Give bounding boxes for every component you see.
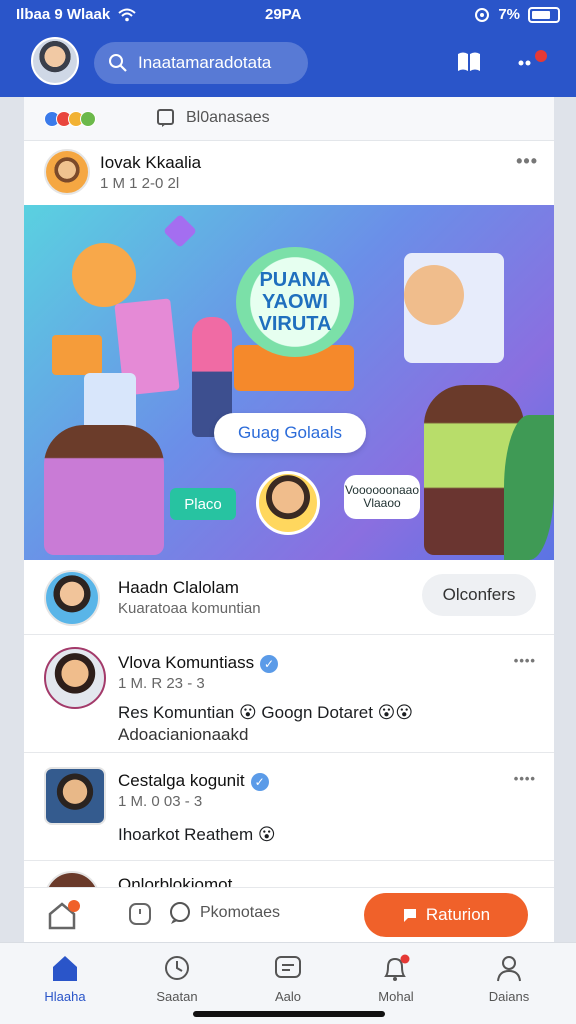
laptop-boy-illustration [44, 425, 164, 555]
lightbulb-icon [72, 243, 136, 307]
reaction-label: Bl0anasaes [186, 109, 270, 126]
tab-messages-label: Aalo [274, 989, 302, 1004]
tab-status[interactable]: Saatan [132, 953, 222, 1004]
more-notifications-icon[interactable] [517, 50, 551, 79]
comment-text-part-2: Googn Dotaret [261, 703, 373, 722]
banner-goals-pill[interactable]: Guag Golaals [214, 413, 366, 453]
banner-title-badge: PUANA YAOWI VIRUTA [236, 247, 354, 357]
banner-title-line-1: PUANA [259, 269, 331, 291]
tab-profile-label: Daians [488, 989, 530, 1004]
boy-head [404, 265, 464, 325]
comment-row: Cestalga kogunit ✓ 1 M. 0 03 - 3 •••• Iho… [24, 753, 554, 861]
post-author-avatar[interactable] [44, 149, 90, 195]
post-options-icon[interactable]: ••• [516, 151, 538, 172]
comment-text-line: Res Komuntian 😮 Googn Dotaret 😮😮 [118, 703, 414, 722]
search-placeholder: Inaatamaradotata [138, 53, 272, 72]
app-header: Ilbaa 9 Wlaak 29PA 7% Inaatamaradotata [0, 0, 576, 97]
tab-notifications-label: Mohal [378, 989, 414, 1004]
verified-badge-icon: ✓ [260, 654, 279, 673]
bell-icon [351, 953, 441, 985]
tab-status-label: Saatan [156, 989, 198, 1004]
return-button-label: Raturion [425, 905, 491, 924]
reaction-icons [44, 110, 96, 127]
tab-profile[interactable]: Daians [464, 953, 554, 1004]
comment-row: Vlova Komuntiass ✓ 1 M. R 23 - 3 •••• Res… [24, 635, 554, 753]
comment-text-line: Ihoarkot Reathem 😮 [118, 825, 276, 844]
comment-author-label: Cestalga kogunit [118, 771, 245, 790]
profile-icon [464, 953, 554, 985]
suggestion-name[interactable]: Haadn Clalolam [118, 578, 239, 598]
post-author-name[interactable]: Iovak Kkaalia [100, 153, 201, 173]
home-notification-icon[interactable] [46, 898, 80, 930]
comment-timestamp: 1 M. 0 03 - 3 [118, 793, 203, 810]
comment-options-icon[interactable]: •••• [514, 771, 536, 786]
banner-speech-bubble: Voooooonaao Vlaaoo [344, 475, 420, 519]
search-bar[interactable]: Inaatamaradotata [94, 42, 308, 84]
message-icon [243, 953, 333, 985]
banner-title-line-2: YAOWI [262, 291, 328, 313]
status-bar: Ilbaa 9 Wlaak 29PA 7% [0, 0, 576, 30]
status-right: 7% [474, 6, 560, 23]
feed: Bl0anasaes Iovak Kkaalia 1 M 1 2-0 2l ••… [24, 97, 554, 942]
comment-avatar[interactable] [44, 647, 106, 709]
profile-avatar[interactable] [31, 37, 79, 85]
search-icon [109, 54, 127, 72]
leaf-decoration [504, 415, 554, 560]
comment-options-icon[interactable]: •••• [514, 653, 536, 668]
suggestion-row: Haadn Clalolam Kuaratoaa komuntian Olcon… [24, 560, 554, 635]
location-icon [475, 7, 490, 22]
comment-author-label: Vlova Komuntiass [118, 653, 255, 672]
post-action-bar: Pkomotaes Raturion [24, 887, 554, 942]
comment-timestamp: 1 M. R 23 - 3 [118, 675, 205, 692]
comment-action-label: Pkomotaes [200, 904, 281, 921]
clock-time: 29PA [265, 6, 302, 23]
comment-author-name[interactable]: Cestalga kogunit ✓ [118, 771, 269, 791]
battery-icon [528, 6, 560, 23]
comment-bubble-icon [170, 902, 190, 924]
book-icon[interactable] [456, 50, 482, 79]
clock-icon [132, 953, 222, 985]
suggestion-avatar[interactable] [44, 570, 100, 626]
carrier-label: Ilbaa 9 Wlaak [16, 6, 111, 23]
tab-notifications[interactable]: Mohal [351, 953, 441, 1004]
comment-avatar[interactable] [44, 767, 106, 825]
center-avatar-illustration [256, 471, 320, 535]
battery-percent: 7% [498, 6, 520, 23]
suggestion-subtitle: Kuaratoaa komuntian [118, 600, 261, 617]
banner-place-button[interactable]: Placo [170, 488, 236, 520]
post-banner-image[interactable]: PUANA YAOWI VIRUTA Guag Golaals Placo Vo… [24, 205, 554, 560]
follow-button[interactable]: Olconfers [422, 574, 536, 616]
comment-author-name[interactable]: Vlova Komuntiass ✓ [118, 653, 279, 673]
return-button[interactable]: Raturion [364, 893, 528, 937]
care-reaction-icon [80, 110, 96, 127]
status-left: Ilbaa 9 Wlaak [16, 6, 136, 23]
reaction-label-group[interactable]: Bl0anasaes [156, 108, 270, 128]
comment-text-part-1: Res Komuntian [118, 703, 235, 722]
post-timestamp: 1 M 1 2-0 2l [100, 175, 180, 192]
tab-home[interactable]: Hlaaha [20, 953, 110, 1004]
post-header: Iovak Kkaalia 1 M 1 2-0 2l ••• [24, 141, 554, 205]
banner-title-line-3: VIRUTA [258, 313, 332, 335]
comment-text-part-1: Ihoarkot Reathem [118, 825, 254, 844]
sparkle-icon [163, 214, 197, 248]
comment-action[interactable]: Pkomotaes [168, 901, 280, 925]
wifi-icon [118, 8, 136, 21]
envelope-illustration [52, 335, 102, 375]
comment-text-line-2: Adoacianionaakd [118, 725, 249, 744]
verified-badge-icon: ✓ [250, 772, 269, 791]
timer-icon[interactable] [128, 902, 152, 926]
tab-home-label: Hlaaha [44, 989, 86, 1004]
reaction-bar: Bl0anasaes [24, 97, 554, 141]
home-icon [20, 953, 110, 985]
flag-icon [403, 909, 416, 922]
home-indicator[interactable] [193, 1011, 385, 1017]
comment-icon [157, 109, 174, 127]
tab-messages[interactable]: Aalo [243, 953, 333, 1004]
